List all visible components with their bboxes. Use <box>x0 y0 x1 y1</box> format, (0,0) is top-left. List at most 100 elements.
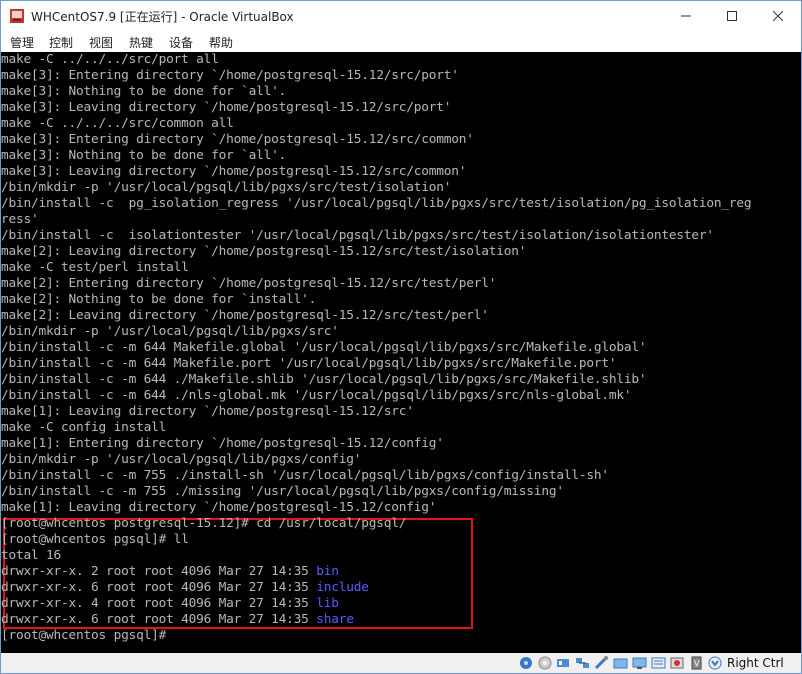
terminal-line: make -C test/perl install <box>1 260 189 276</box>
cpu-icon[interactable]: V <box>689 656 704 670</box>
terminal-line: total 16 <box>1 548 61 564</box>
terminal-screen[interactable]: make -C ../../../src/port all make[3]: En… <box>1 52 801 653</box>
terminal-line: /bin/install -c -m 644 ./Makefile.shlib … <box>1 372 647 388</box>
directory-name: include <box>316 580 369 595</box>
terminal-line: drwxr-xr-x. 4 root root 4096 Mar 27 14:3… <box>1 596 339 612</box>
terminal-line-text: total 16 <box>1 548 62 563</box>
terminal-line: make[1]: Leaving directory `/home/postgr… <box>1 500 436 516</box>
directory-name: lib <box>316 596 339 611</box>
host-key-label: Right Ctrl <box>727 656 784 670</box>
virtualbox-window: WHCentOS7.9 [正在运行] - Oracle VirtualBox 管… <box>0 0 802 674</box>
terminal-line-text: /bin/mkdir -p '/usr/local/pgsql/lib/pgxs… <box>1 452 362 467</box>
terminal-line-text: [root@whcentos pgsql]# ll <box>1 532 189 547</box>
shared-folders-icon[interactable] <box>613 656 628 670</box>
terminal-line: make[3]: Entering directory `/home/postg… <box>1 68 459 84</box>
menu-item-manage[interactable]: 管理 <box>10 34 34 51</box>
terminal-line-text: [root@whcentos pgsql]# <box>1 628 167 643</box>
terminal-line-text: make -C config install <box>1 420 167 435</box>
terminal-line: make[2]: Nothing to be done for `install… <box>1 292 316 308</box>
maximize-button[interactable] <box>709 1 755 31</box>
terminal-line-text: /bin/install -c -m 755 ./install-sh '/us… <box>1 468 609 483</box>
terminal-line: make[2]: Entering directory `/home/postg… <box>1 276 496 292</box>
terminal-line: make -C config install <box>1 420 166 436</box>
minimize-icon <box>681 15 691 17</box>
terminal-line-text: make -C ../../../src/common all <box>1 116 234 131</box>
terminal-line-text: /bin/install -c -m 644 Makefile.global '… <box>1 340 647 355</box>
menu-item-devices[interactable]: 设备 <box>169 34 193 51</box>
terminal-line: make[3]: Entering directory `/home/postg… <box>1 132 474 148</box>
terminal-line: make[3]: Leaving directory `/home/postgr… <box>1 100 451 116</box>
video-capture-icon[interactable] <box>651 656 666 670</box>
terminal-line-text: make[1]: Entering directory `/home/postg… <box>1 436 444 451</box>
terminal-line: make -C ../../../src/port all <box>1 52 219 68</box>
close-button[interactable] <box>755 1 801 31</box>
terminal-line-text: /bin/install -c -m 644 ./nls-global.mk '… <box>1 388 632 403</box>
terminal-line-text: ress' <box>1 212 39 227</box>
title-bar[interactable]: WHCentOS7.9 [正在运行] - Oracle VirtualBox <box>1 1 801 31</box>
terminal-line-text: drwxr-xr-x. 6 root root 4096 Mar 27 14:3… <box>1 580 317 595</box>
terminal-line-text: make[3]: Entering directory `/home/postg… <box>1 132 474 147</box>
svg-text:V: V <box>694 659 700 668</box>
terminal-line-text: /bin/install -c -m 755 ./missing '/usr/l… <box>1 484 564 499</box>
terminal-line-text: drwxr-xr-x. 2 root root 4096 Mar 27 14:3… <box>1 564 317 579</box>
maximize-icon <box>727 11 737 21</box>
terminal-line-text: make[2]: Nothing to be done for `install… <box>1 292 317 307</box>
terminal-line: /bin/install -c -m 644 Makefile.port '/u… <box>1 356 617 372</box>
terminal-line-text: make[2]: Leaving directory `/home/postgr… <box>1 244 527 259</box>
minimize-button[interactable] <box>663 1 709 31</box>
terminal-line: make[1]: Leaving directory `/home/postgr… <box>1 404 414 420</box>
terminal-line-text: make[2]: Leaving directory `/home/postgr… <box>1 308 489 323</box>
terminal-line-text: drwxr-xr-x. 4 root root 4096 Mar 27 14:3… <box>1 596 317 611</box>
terminal-line-text: /bin/install -c isolationtester '/usr/lo… <box>1 228 714 243</box>
terminal-line: /bin/install -c -m 644 ./nls-global.mk '… <box>1 388 632 404</box>
terminal-line: drwxr-xr-x. 6 root root 4096 Mar 27 14:3… <box>1 612 354 628</box>
mouse-integration-icon[interactable] <box>708 656 723 670</box>
terminal-line: /bin/install -c pg_isolation_regress '/u… <box>1 196 752 212</box>
menu-item-hotkey[interactable]: 热键 <box>129 34 153 51</box>
terminal-line: make[3]: Leaving directory `/home/postgr… <box>1 164 466 180</box>
terminal-line: [root@whcentos pgsql]# ll <box>1 532 189 548</box>
usb-icon[interactable] <box>594 656 609 670</box>
terminal-line-text: [root@whcentos postgresql-15.12]# cd /us… <box>1 516 407 531</box>
terminal-line-text: make[1]: Leaving directory `/home/postgr… <box>1 500 437 515</box>
terminal-line: /bin/mkdir -p '/usr/local/pgsql/lib/pgxs… <box>1 324 339 340</box>
close-icon <box>773 11 783 21</box>
virtualbox-app-icon <box>10 9 24 23</box>
directory-name: bin <box>316 564 339 579</box>
recording-icon[interactable] <box>670 656 685 670</box>
network-icon[interactable] <box>575 656 590 670</box>
terminal-line: /bin/mkdir -p '/usr/local/pgsql/lib/pgxs… <box>1 452 361 468</box>
audio-icon[interactable] <box>556 656 571 670</box>
terminal-line: drwxr-xr-x. 2 root root 4096 Mar 27 14:3… <box>1 564 339 580</box>
terminal-line-text: make[3]: Nothing to be done for `all'. <box>1 148 287 163</box>
terminal-line-text: make[3]: Entering directory `/home/postg… <box>1 68 459 83</box>
directory-name: share <box>316 612 354 627</box>
terminal-line-text: drwxr-xr-x. 6 root root 4096 Mar 27 14:3… <box>1 612 317 627</box>
menu-item-control[interactable]: 控制 <box>49 34 73 51</box>
terminal-line: make[1]: Entering directory `/home/postg… <box>1 436 444 452</box>
terminal-line: /bin/install -c -m 644 Makefile.global '… <box>1 340 647 356</box>
terminal-line: make[3]: Nothing to be done for `all'. <box>1 148 286 164</box>
terminal-line-text: make -C test/perl install <box>1 260 189 275</box>
terminal-line: [root@whcentos pgsql]# <box>1 628 166 644</box>
terminal-line: ress' <box>1 212 39 228</box>
menu-bar: 管理 控制 视图 热键 设备 帮助 <box>1 31 801 52</box>
display-icon[interactable] <box>632 656 647 670</box>
terminal-line-text: /bin/install -c pg_isolation_regress '/u… <box>1 196 752 211</box>
hard-disk-icon[interactable] <box>519 656 534 670</box>
terminal-line: /bin/mkdir -p '/usr/local/pgsql/lib/pgxs… <box>1 180 451 196</box>
menu-item-help[interactable]: 帮助 <box>209 34 233 51</box>
optical-drive-icon[interactable] <box>538 656 553 670</box>
menu-item-view[interactable]: 视图 <box>89 34 113 51</box>
terminal-line-text: make -C ../../../src/port all <box>1 52 219 67</box>
terminal-line-text: make[3]: Nothing to be done for `all'. <box>1 84 287 99</box>
terminal-line: /bin/install -c isolationtester '/usr/lo… <box>1 228 714 244</box>
terminal-line-text: /bin/install -c -m 644 Makefile.port '/u… <box>1 356 617 371</box>
terminal-line: make[2]: Leaving directory `/home/postgr… <box>1 308 489 324</box>
terminal-line: make[3]: Nothing to be done for `all'. <box>1 84 286 100</box>
terminal-line-text: make[3]: Leaving directory `/home/postgr… <box>1 100 452 115</box>
terminal-line: /bin/install -c -m 755 ./install-sh '/us… <box>1 468 609 484</box>
window-title: WHCentOS7.9 [正在运行] - Oracle VirtualBox <box>31 10 294 24</box>
terminal-line-text: make[3]: Leaving directory `/home/postgr… <box>1 164 467 179</box>
status-bar: V Right Ctrl <box>1 653 801 673</box>
